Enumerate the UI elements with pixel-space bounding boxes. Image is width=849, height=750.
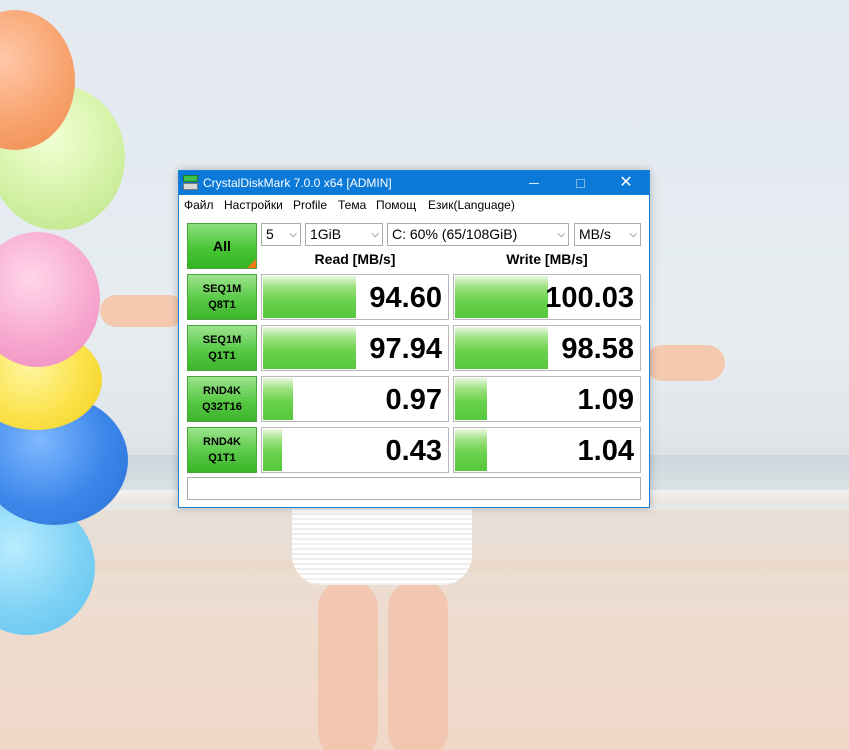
read-bar [263, 378, 293, 420]
window-title: CrystalDiskMark 7.0.0 x64 [ADMIN] [203, 176, 392, 190]
test-button-line1: SEQ1M [202, 334, 242, 346]
read-column-header: Read [MB/s] [314, 251, 396, 267]
write-value: 98.58 [561, 333, 634, 365]
menu-language[interactable]: Език(Language) [428, 198, 515, 212]
menu-bar: Файл Настройки Profile Тема Помощ Език(L… [179, 195, 649, 215]
unit-value: MB/s [579, 226, 611, 242]
chevron-down-icon: ⌵ [557, 229, 565, 240]
read-value: 0.97 [385, 384, 442, 416]
test-button-line2: Q1T1 [208, 350, 236, 362]
write-result-seq1m-q1t1: 98.58 [453, 325, 641, 371]
person-right-arm [645, 345, 725, 381]
menu-file[interactable]: Файл [184, 198, 214, 212]
chevron-down-icon: ⌵ [371, 229, 379, 240]
benchmark-panel: All 5 ⌵ 1GiB ⌵ C: 60% (65/108GiB) ⌵ MB/s… [179, 215, 649, 507]
title-bar[interactable]: CrystalDiskMark 7.0.0 x64 [ADMIN] ✕ [179, 171, 649, 195]
read-result-rnd4k-q32t16: 0.97 [261, 376, 449, 422]
read-result-seq1m-q8t1: 94.60 [261, 274, 449, 320]
menu-settings[interactable]: Настройки [224, 198, 283, 212]
menu-profile[interactable]: Profile [293, 198, 327, 212]
close-button[interactable]: ✕ [603, 171, 649, 195]
test-button-line2: Q8T1 [208, 299, 236, 311]
person-left-leg [318, 580, 378, 750]
read-value: 94.60 [369, 282, 442, 314]
run-all-marker-icon [247, 259, 256, 268]
chevron-down-icon: ⌵ [289, 229, 297, 240]
crystaldiskmark-app-icon [183, 175, 198, 190]
write-value: 1.09 [577, 384, 634, 416]
test-count-value: 5 [266, 226, 274, 242]
read-value: 0.43 [385, 435, 442, 467]
person-right-leg [388, 580, 448, 750]
drive-value: C: 60% (65/108GiB) [392, 226, 518, 242]
test-button-line1: RND4K [203, 385, 241, 397]
run-all-button[interactable]: All [187, 223, 257, 269]
crystaldiskmark-window: CrystalDiskMark 7.0.0 x64 [ADMIN] ✕ Файл… [178, 170, 650, 508]
test-size-value: 1GiB [310, 226, 342, 242]
read-bar [263, 276, 356, 318]
run-all-label: All [213, 238, 231, 254]
write-bar [455, 276, 548, 318]
minimize-button[interactable] [511, 171, 557, 195]
test-button-line2: Q32T16 [202, 401, 242, 413]
write-value: 1.04 [577, 435, 634, 467]
write-result-rnd4k-q32t16: 1.09 [453, 376, 641, 422]
drive-select[interactable]: C: 60% (65/108GiB) ⌵ [387, 223, 569, 246]
read-value: 97.94 [369, 333, 442, 365]
comment-input[interactable] [187, 477, 641, 500]
menu-theme[interactable]: Тема [338, 198, 366, 212]
menu-help[interactable]: Помощ [376, 198, 416, 212]
write-column-header: Write [MB/s] [506, 251, 588, 267]
close-icon: ✕ [619, 174, 633, 191]
desktop-background: CrystalDiskMark 7.0.0 x64 [ADMIN] ✕ Файл… [0, 0, 849, 750]
read-result-rnd4k-q1t1: 0.43 [261, 427, 449, 473]
write-bar [455, 429, 487, 471]
write-bar [455, 327, 548, 369]
test-count-select[interactable]: 5 ⌵ [261, 223, 301, 246]
test-button-rnd4k-q1t1[interactable]: RND4K Q1T1 [187, 427, 257, 473]
maximize-icon [575, 178, 585, 188]
write-value: 100.03 [545, 282, 634, 314]
minimize-icon [529, 182, 539, 184]
test-button-rnd4k-q32t16[interactable]: RND4K Q32T16 [187, 376, 257, 422]
chevron-down-icon: ⌵ [629, 229, 637, 240]
person-left-arm [100, 295, 185, 327]
read-bar [263, 429, 282, 471]
test-button-line1: SEQ1M [202, 283, 242, 295]
read-result-seq1m-q1t1: 97.94 [261, 325, 449, 371]
write-bar [455, 378, 487, 420]
person-dress [292, 505, 472, 585]
write-result-seq1m-q8t1: 100.03 [453, 274, 641, 320]
maximize-button[interactable] [557, 171, 603, 195]
write-result-rnd4k-q1t1: 1.04 [453, 427, 641, 473]
read-bar [263, 327, 356, 369]
unit-select[interactable]: MB/s ⌵ [574, 223, 641, 246]
test-button-seq1m-q8t1[interactable]: SEQ1M Q8T1 [187, 274, 257, 320]
test-button-line2: Q1T1 [208, 452, 236, 464]
test-button-line1: RND4K [203, 436, 241, 448]
test-button-seq1m-q1t1[interactable]: SEQ1M Q1T1 [187, 325, 257, 371]
test-size-select[interactable]: 1GiB ⌵ [305, 223, 383, 246]
